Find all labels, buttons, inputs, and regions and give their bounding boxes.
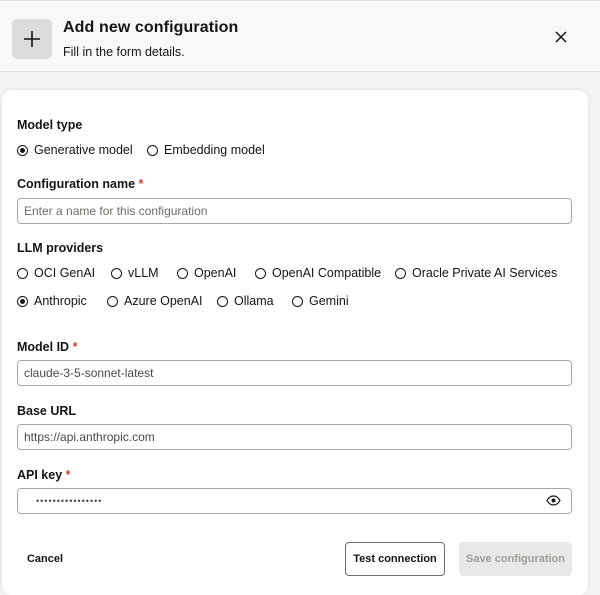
eye-icon[interactable] xyxy=(545,493,561,507)
api-key-label: API key * xyxy=(17,468,71,482)
config-name-input[interactable] xyxy=(17,198,572,224)
radio-openai[interactable]: OpenAI xyxy=(177,266,236,280)
base-url-label: Base URL xyxy=(17,404,77,418)
model-id-input[interactable] xyxy=(17,360,572,386)
radio-azure-openai[interactable]: Azure OpenAI xyxy=(107,294,203,308)
radio-circle xyxy=(17,267,28,279)
radio-circle xyxy=(107,295,118,307)
required-mark: * xyxy=(138,177,144,191)
dialog-subtitle: Fill in the form details. xyxy=(63,45,185,59)
radio-circle xyxy=(17,144,28,156)
radio-gemini[interactable]: Gemini xyxy=(292,294,349,308)
radio-vllm[interactable]: vLLM xyxy=(111,266,159,280)
radio-circle xyxy=(177,267,188,279)
radio-anthropic[interactable]: Anthropic xyxy=(17,294,87,308)
radio-circle xyxy=(111,267,122,279)
model-type-label: Model type xyxy=(17,118,83,132)
save-configuration-button[interactable]: Save configuration xyxy=(459,542,572,576)
config-form-card xyxy=(2,90,588,595)
radio-circle xyxy=(147,144,158,156)
required-mark: * xyxy=(72,340,78,354)
radio-generative-model[interactable]: Generative model xyxy=(17,143,133,157)
dialog-header: Add new configuration Fill in the form d… xyxy=(0,0,600,72)
radio-circle xyxy=(292,295,303,307)
cancel-button[interactable]: Cancel xyxy=(22,548,68,570)
radio-oci-genai[interactable]: OCI GenAI xyxy=(17,266,95,280)
required-mark: * xyxy=(65,468,71,482)
radio-oracle-private-ai[interactable]: Oracle Private AI Services xyxy=(395,266,557,280)
add-icon xyxy=(12,19,52,59)
config-name-label: Configuration name * xyxy=(17,177,144,191)
model-id-label: Model ID * xyxy=(17,340,78,354)
llm-providers-label: LLM providers xyxy=(17,241,104,255)
radio-circle xyxy=(395,267,406,279)
radio-circle xyxy=(255,267,266,279)
close-icon[interactable] xyxy=(550,26,572,48)
radio-embedding-model[interactable]: Embedding model xyxy=(147,143,265,157)
api-key-input[interactable] xyxy=(17,488,572,514)
radio-circle xyxy=(217,295,228,307)
test-connection-button[interactable]: Test connection xyxy=(345,542,445,576)
radio-openai-compatible[interactable]: OpenAI Compatible xyxy=(255,266,381,280)
radio-ollama[interactable]: Ollama xyxy=(217,294,274,308)
dialog-title: Add new configuration xyxy=(63,19,239,36)
radio-circle xyxy=(17,295,28,307)
base-url-input[interactable] xyxy=(17,424,572,450)
